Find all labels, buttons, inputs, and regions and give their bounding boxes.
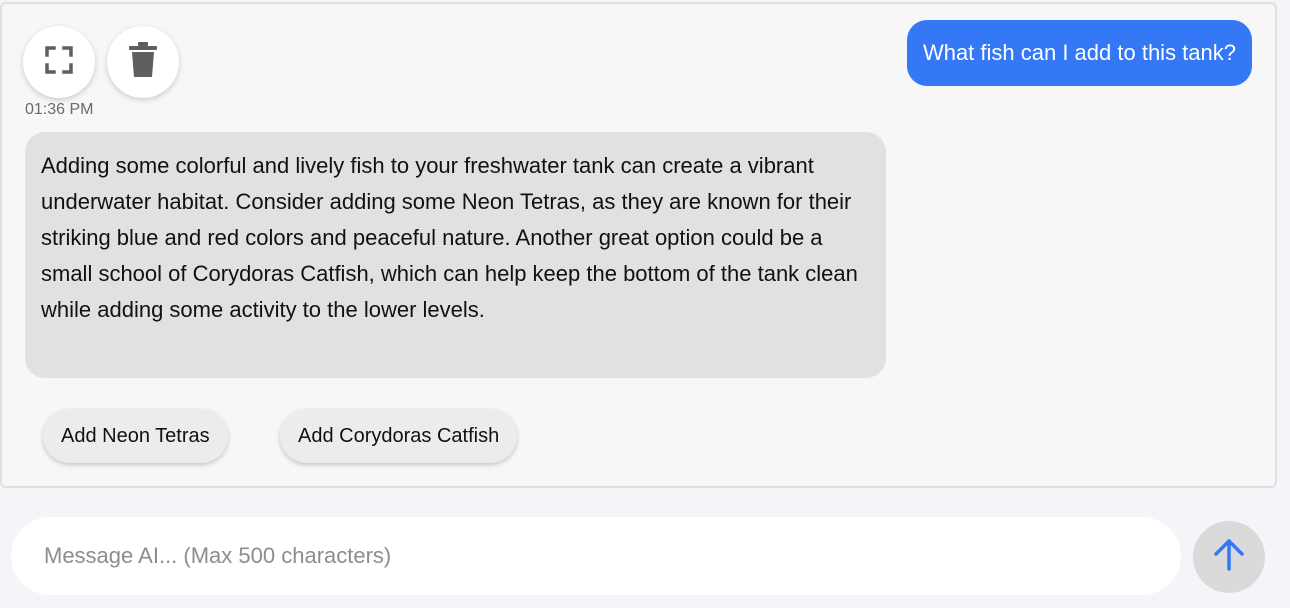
fullscreen-icon [44,45,74,80]
chat-panel: 01:36 PM What fish can I add to this tan… [0,2,1277,488]
message-timestamp: 01:36 PM [25,101,94,118]
send-button[interactable] [1193,521,1265,593]
fullscreen-button[interactable] [23,26,95,98]
delete-chat-button[interactable] [107,26,179,98]
ai-message-bubble: Adding some colorful and lively fish to … [25,132,886,378]
suggestion-add-corydoras-catfish-button[interactable]: Add Corydoras Catfish [280,409,518,463]
trash-icon [128,41,158,83]
suggestion-add-neon-tetras-button[interactable]: Add Neon Tetras [43,409,228,463]
user-message-bubble: What fish can I add to this tank? [906,20,1252,86]
message-composer [11,517,1181,595]
arrow-up-icon [1211,537,1247,578]
message-input[interactable] [44,543,1148,569]
